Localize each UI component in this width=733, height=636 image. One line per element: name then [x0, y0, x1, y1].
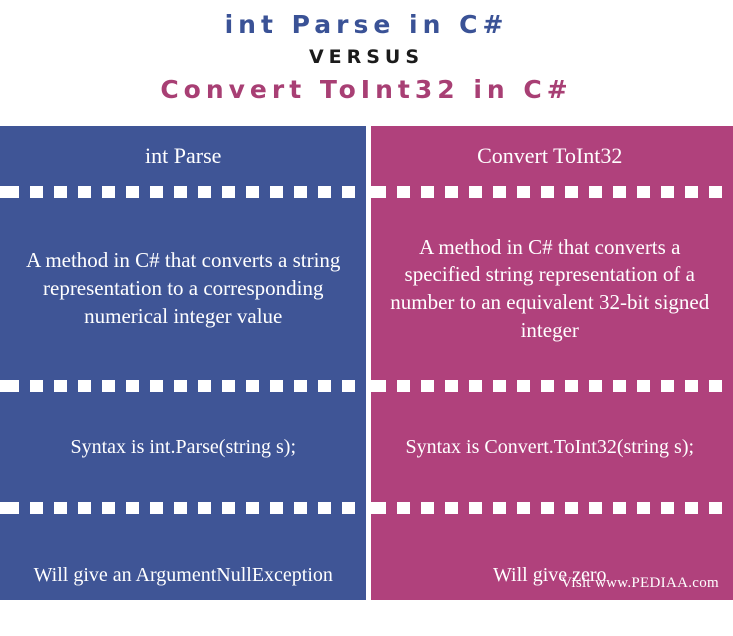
dashed-divider — [367, 186, 733, 198]
column-left-row-1: A method in C# that converts a string re… — [0, 198, 367, 380]
title-left: int Parse in C# — [225, 8, 509, 42]
header: int Parse in C# VERSUS Convert ToInt32 i… — [0, 0, 733, 126]
dashed-divider — [0, 186, 367, 198]
column-right-heading: Convert ToInt32 — [367, 126, 733, 186]
column-left-row-3: Will give an ArgumentNullException — [0, 514, 367, 636]
column-convert-toint32: Convert ToInt32 A method in C# that conv… — [367, 126, 733, 600]
dashed-divider — [367, 380, 733, 392]
column-left-row-2: Syntax is int.Parse(string s); — [0, 392, 367, 502]
dashed-divider — [0, 380, 367, 392]
dashed-divider — [367, 502, 733, 514]
column-left-heading: int Parse — [0, 126, 367, 186]
column-divider — [366, 126, 371, 600]
column-right-row-1: A method in C# that converts a specified… — [367, 198, 733, 380]
column-int-parse: int Parse A method in C# that converts a… — [0, 126, 367, 600]
visit-credit: Visit www.PEDIAA.com — [561, 575, 719, 592]
comparison-infographic: int Parse in C# VERSUS Convert ToInt32 i… — [0, 0, 733, 600]
title-versus: VERSUS — [309, 42, 424, 72]
dashed-divider — [0, 502, 367, 514]
column-right-row-2: Syntax is Convert.ToInt32(string s); — [367, 392, 733, 502]
title-right: Convert ToInt32 in C# — [160, 72, 572, 108]
